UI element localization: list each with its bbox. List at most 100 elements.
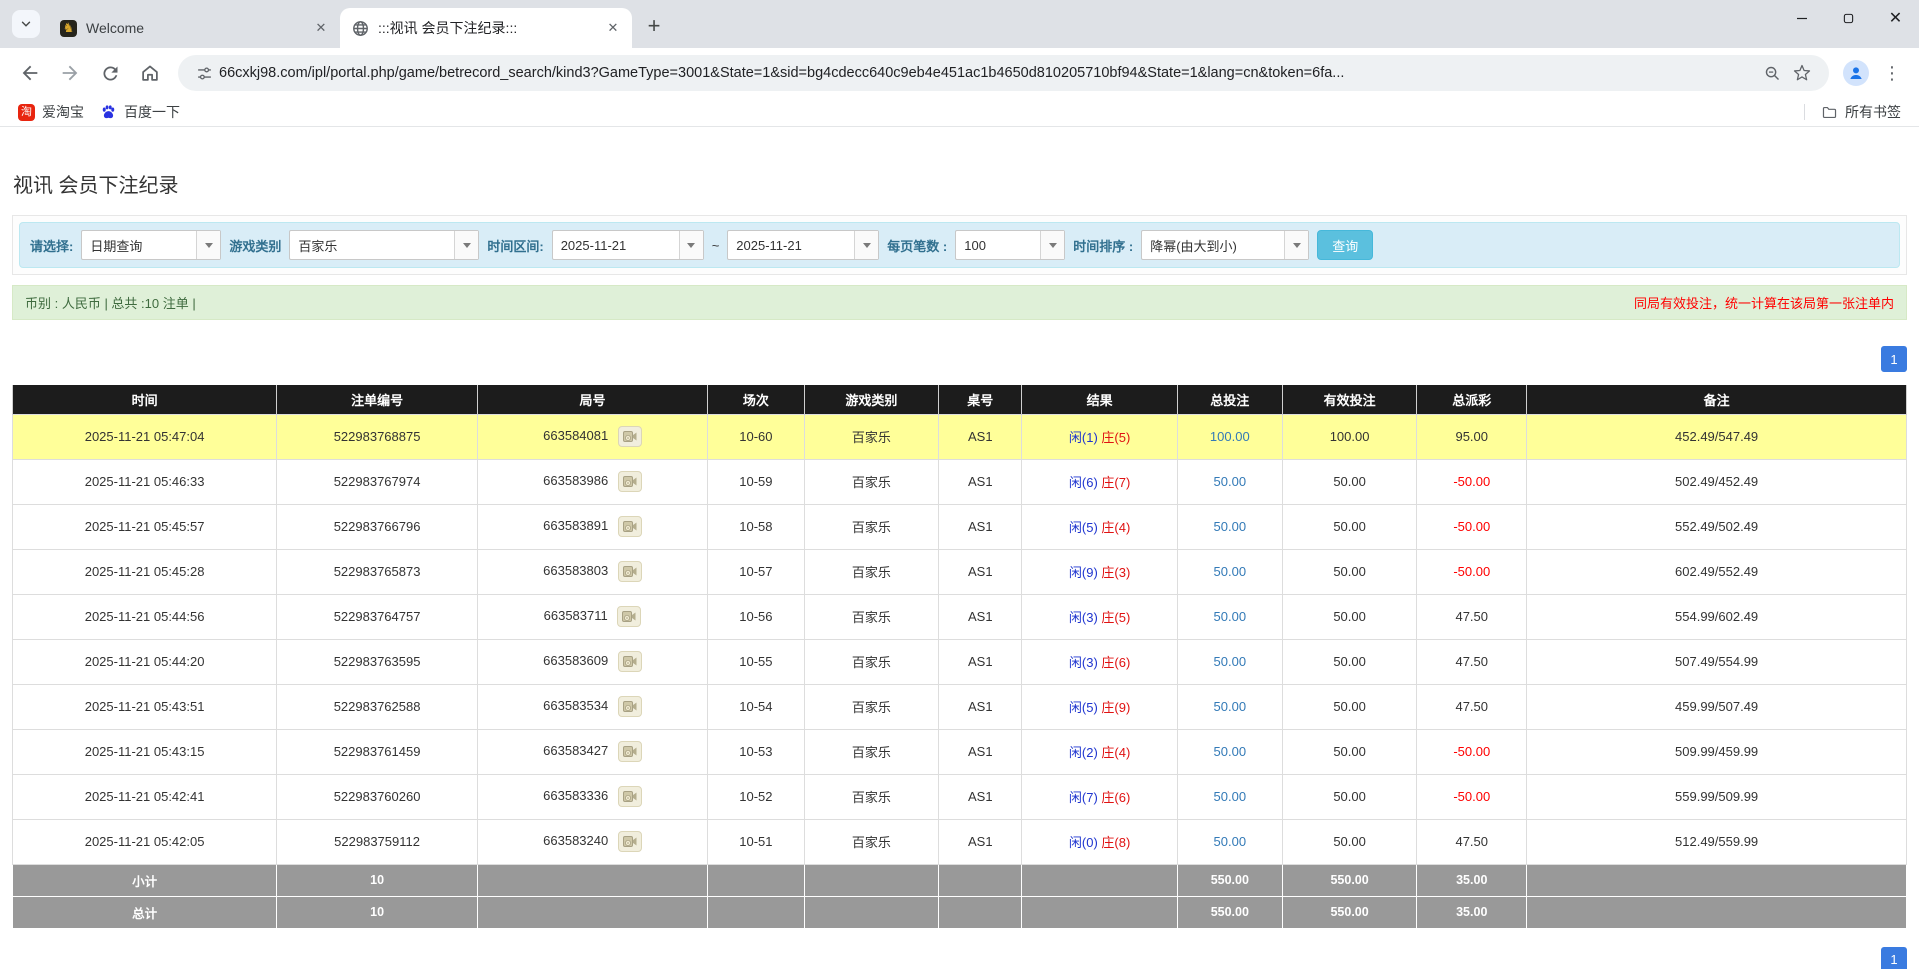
date-from-select[interactable]: 2025-11-21 xyxy=(552,230,704,260)
video-replay-button[interactable] xyxy=(618,471,642,492)
page-content: 视讯 会员下注纪录 请选择: 日期查询 游戏类别 百家乐 时间区间: 2025-… xyxy=(0,127,1919,969)
date-to-select[interactable]: 2025-11-21 xyxy=(727,230,879,260)
cell-round-id: 663583534 xyxy=(477,684,707,729)
total-bet-link[interactable]: 50.00 xyxy=(1214,789,1247,804)
cell-remark: 459.99/507.49 xyxy=(1527,684,1907,729)
total-bet-link[interactable]: 50.00 xyxy=(1214,609,1247,624)
chevron-down-icon[interactable] xyxy=(1284,231,1308,259)
bet-records-table: 时间 注单编号 局号 场次 游戏类别 桌号 结果 总投注 有效投注 总派彩 备注… xyxy=(12,385,1907,929)
video-replay-button[interactable] xyxy=(618,741,642,762)
table-row: 2025-11-21 05:42:05522983759112663583240… xyxy=(13,819,1907,864)
video-replay-button[interactable] xyxy=(617,606,641,627)
video-replay-button[interactable] xyxy=(618,831,642,852)
bookmark-baidu[interactable]: 百度一下 xyxy=(92,99,188,125)
back-button[interactable] xyxy=(13,56,47,90)
chevron-down-icon[interactable] xyxy=(454,231,478,259)
tilde-separator: ~ xyxy=(712,238,720,253)
film-camera-icon xyxy=(623,656,637,667)
bookmark-taobao[interactable]: 淘 爱淘宝 xyxy=(10,99,92,125)
subtotal-valid-bet: 550.00 xyxy=(1282,864,1416,896)
query-mode-select[interactable]: 日期查询 xyxy=(81,230,221,260)
page-number-button[interactable]: 1 xyxy=(1881,346,1907,372)
result-banker: 庄(6) xyxy=(1101,655,1130,670)
cell-round-id: 663583240 xyxy=(477,819,707,864)
video-replay-button[interactable] xyxy=(618,516,642,537)
home-button[interactable] xyxy=(133,56,167,90)
pagination-top: 1 xyxy=(12,346,1907,372)
cell-game-type: 百家乐 xyxy=(804,459,938,504)
video-replay-button[interactable] xyxy=(618,786,642,807)
video-replay-button[interactable] xyxy=(618,561,642,582)
maximize-button[interactable] xyxy=(1825,0,1872,36)
select-mode-label: 请选择: xyxy=(30,236,73,255)
reload-button[interactable] xyxy=(93,56,127,90)
browser-menu-icon[interactable]: ⋮ xyxy=(1875,63,1909,84)
total-bet-link[interactable]: 50.00 xyxy=(1214,744,1247,759)
cell-time: 2025-11-21 05:43:51 xyxy=(13,684,277,729)
chevron-down-icon[interactable] xyxy=(854,231,878,259)
total-bet-link[interactable]: 50.00 xyxy=(1214,564,1247,579)
page-number-button[interactable]: 1 xyxy=(1881,947,1907,969)
chevron-down-icon[interactable] xyxy=(679,231,703,259)
table-row: 2025-11-21 05:42:41522983760260663583336… xyxy=(13,774,1907,819)
bookmark-star-icon[interactable] xyxy=(1793,64,1811,82)
total-bet-link[interactable]: 50.00 xyxy=(1214,834,1247,849)
cell-table-no: AS1 xyxy=(939,684,1022,729)
url-text[interactable]: 66cxkj98.com/ipl/portal.php/game/betreco… xyxy=(219,65,1758,81)
video-replay-button[interactable] xyxy=(618,426,642,447)
cell-total-bet: 50.00 xyxy=(1177,459,1282,504)
cell-valid-bet: 50.00 xyxy=(1282,594,1416,639)
cell-result: 闲(7) 庄(6) xyxy=(1022,774,1177,819)
cell-result: 闲(5) 庄(9) xyxy=(1022,684,1177,729)
cell-time: 2025-11-21 05:42:05 xyxy=(13,819,277,864)
site-settings-icon[interactable] xyxy=(196,65,213,82)
game-type-select[interactable]: 百家乐 xyxy=(289,230,479,260)
total-bet-link[interactable]: 50.00 xyxy=(1214,474,1247,489)
film-camera-icon xyxy=(623,566,637,577)
close-tab-icon[interactable]: ✕ xyxy=(604,19,622,37)
cell-bet-id: 522983760260 xyxy=(277,774,478,819)
query-button[interactable]: 查询 xyxy=(1317,230,1373,260)
video-replay-button[interactable] xyxy=(618,696,642,717)
minimize-button[interactable] xyxy=(1778,0,1825,36)
close-tab-icon[interactable]: ✕ xyxy=(312,19,330,37)
chevron-down-icon[interactable] xyxy=(196,231,220,259)
zoom-icon[interactable] xyxy=(1764,65,1781,82)
cell-game-type: 百家乐 xyxy=(804,684,938,729)
video-replay-button[interactable] xyxy=(618,651,642,672)
cell-valid-bet: 50.00 xyxy=(1282,684,1416,729)
all-bookmarks-button[interactable]: 所有书签 xyxy=(1813,99,1909,125)
col-time: 时间 xyxy=(13,385,277,414)
forward-button[interactable] xyxy=(53,56,87,90)
close-window-button[interactable]: ✕ xyxy=(1872,0,1919,36)
tab-welcome[interactable]: ♞ Welcome ✕ xyxy=(48,8,340,48)
profile-avatar[interactable] xyxy=(1843,60,1869,86)
round-id-text: 663583986 xyxy=(543,473,608,488)
result-player: 闲(1) xyxy=(1069,430,1098,445)
per-page-select[interactable]: 100 xyxy=(955,230,1065,260)
cell-round-id: 663583803 xyxy=(477,549,707,594)
address-bar[interactable]: 66cxkj98.com/ipl/portal.php/game/betreco… xyxy=(178,55,1829,91)
total-bet-link[interactable]: 50.00 xyxy=(1214,654,1247,669)
tab-bet-records[interactable]: :::视讯 会员下注纪录::: ✕ xyxy=(340,8,632,48)
divider xyxy=(1804,104,1805,120)
page-title: 视讯 会员下注纪录 xyxy=(0,127,1919,198)
film-camera-icon xyxy=(623,476,637,487)
total-bet-link[interactable]: 50.00 xyxy=(1214,699,1247,714)
total-bet-link[interactable]: 50.00 xyxy=(1214,519,1247,534)
summary-bar: 币别 : 人民币 | 总共 :10 注单 | 同局有效投注，统一计算在该局第一张… xyxy=(12,285,1907,320)
cell-valid-bet: 100.00 xyxy=(1282,414,1416,459)
col-game: 游戏类别 xyxy=(804,385,938,414)
cell-time: 2025-11-21 05:46:33 xyxy=(13,459,277,504)
cell-game-type: 百家乐 xyxy=(804,414,938,459)
col-result: 结果 xyxy=(1022,385,1177,414)
table-row: 2025-11-21 05:45:28522983765873663583803… xyxy=(13,549,1907,594)
per-page-label: 每页笔数 : xyxy=(887,236,947,255)
cell-bet-id: 522983765873 xyxy=(277,549,478,594)
tab-search-button[interactable] xyxy=(12,10,40,38)
chevron-down-icon[interactable] xyxy=(1040,231,1064,259)
new-tab-button[interactable]: + xyxy=(640,12,668,40)
cell-bet-id: 522983761459 xyxy=(277,729,478,774)
sort-select[interactable]: 降幂(由大到小) xyxy=(1141,230,1309,260)
total-bet-link[interactable]: 100.00 xyxy=(1210,429,1250,444)
